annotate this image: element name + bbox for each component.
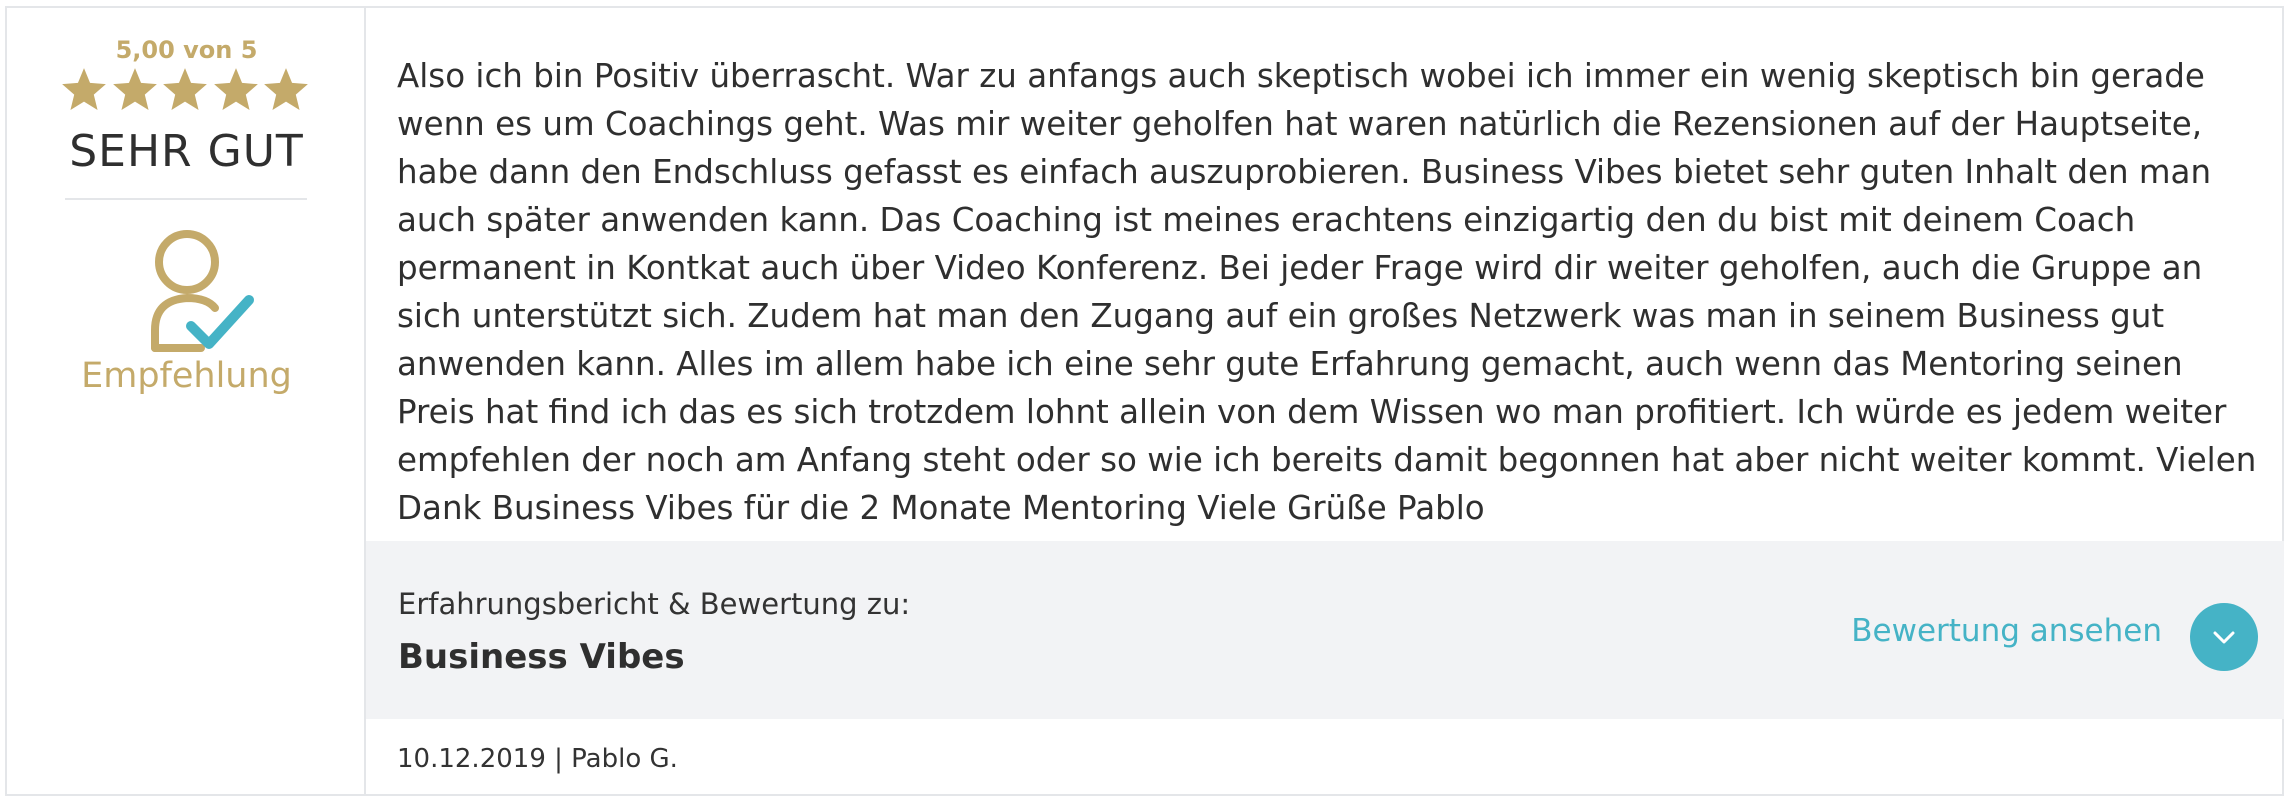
star-icon	[163, 68, 207, 110]
rating-verdict: SEHR GUT	[69, 126, 304, 177]
star-icon	[62, 68, 106, 110]
chevron-down-icon	[2213, 631, 2235, 644]
user-check-icon	[151, 230, 254, 352]
star-icon	[264, 68, 308, 110]
meta-label: Erfahrungsbericht & Bewertung zu:	[398, 587, 911, 621]
review-card: 5,00 von 5 SEHR GUT Empfehlung Also ich …	[5, 6, 2284, 796]
rating-score-text: 5,00 von 5	[115, 36, 258, 64]
view-review-link[interactable]: Bewertung ansehen	[1851, 613, 2162, 649]
review-date-author: 10.12.2019 | Pablo G.	[397, 744, 678, 774]
recommendation-label: Empfehlung	[81, 356, 292, 396]
review-meta-panel: Erfahrungsbericht & Bewertung zu: Busine…	[366, 541, 2284, 719]
view-review-button[interactable]	[2190, 603, 2258, 671]
company-name: Business Vibes	[398, 637, 685, 677]
divider	[65, 198, 307, 200]
star-rating	[59, 65, 311, 119]
star-icon	[213, 68, 258, 110]
rating-column: 5,00 von 5 SEHR GUT Empfehlung	[7, 8, 366, 794]
star-icon	[112, 68, 157, 110]
review-text: Also ich bin Positiv überrascht. War zu …	[397, 57, 2257, 527]
